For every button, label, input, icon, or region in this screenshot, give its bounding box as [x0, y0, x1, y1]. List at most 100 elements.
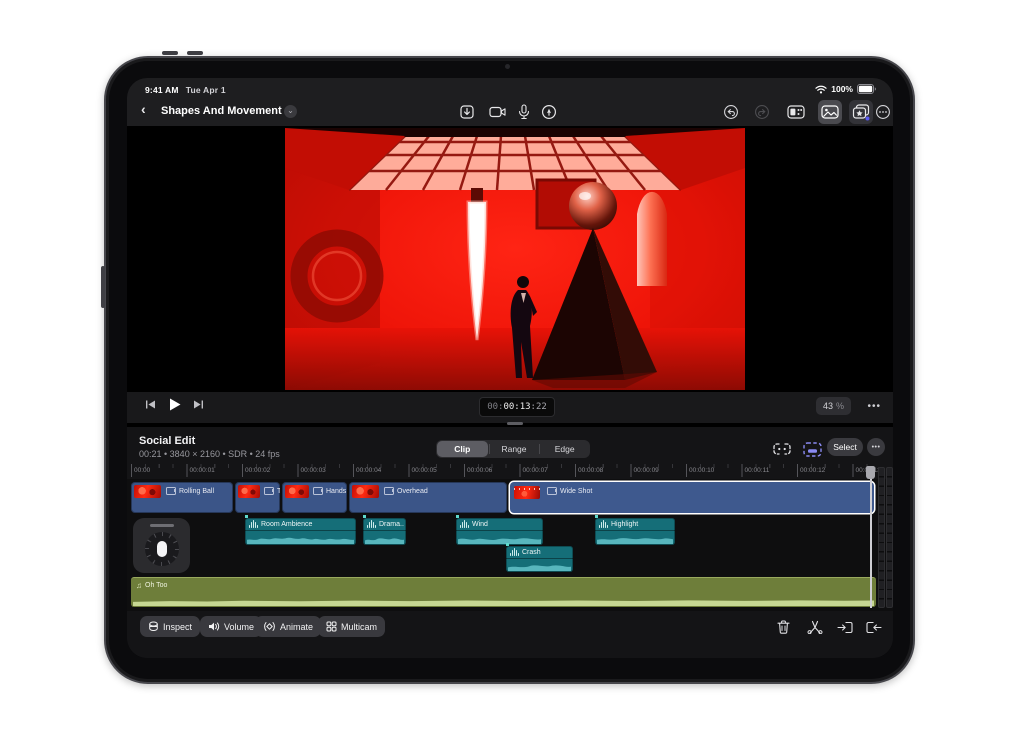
media-browser-button[interactable] [818, 100, 842, 124]
tool-label: Inspect [163, 622, 192, 632]
import-button[interactable] [455, 100, 479, 124]
jog-wheel[interactable] [133, 518, 190, 573]
title-chevron-icon[interactable]: ⌄ [284, 105, 297, 118]
waveform [247, 532, 354, 544]
more-button[interactable] [871, 100, 893, 124]
ruler-label: 00:00:01 [190, 467, 215, 474]
status-date: Tue Apr 1 [186, 85, 226, 95]
multicam-button[interactable]: Multicam [318, 616, 385, 637]
clip-rolling-ball[interactable]: Rolling Ball [131, 482, 233, 513]
volume-button[interactable]: Volume [200, 616, 262, 637]
redo-button[interactable] [750, 100, 774, 124]
clip-tilt-up[interactable]: Tilt Up [235, 482, 280, 513]
audio-wave-icon [249, 520, 258, 528]
player-more-button[interactable]: ••• [867, 401, 881, 412]
clip-label: Wind [472, 521, 488, 528]
connect-point [245, 515, 248, 518]
status-right: 100% [815, 84, 877, 94]
volume-down-button[interactable] [187, 51, 203, 55]
audio-wave-icon [367, 520, 376, 528]
tool-label: Volume [224, 622, 254, 632]
clip-label: Tilt Up [277, 488, 280, 495]
clip-thumbnail [352, 485, 379, 498]
tool-label: Multicam [341, 622, 377, 632]
video-frame[interactable] [285, 128, 745, 390]
volume-up-button[interactable] [162, 51, 178, 55]
audio-wave-icon [599, 520, 608, 528]
inspect-button[interactable]: Inspect [140, 616, 200, 637]
snapping-icon [772, 442, 792, 456]
timeline-ruler[interactable]: 00:00 00:00:01 00:00:02 00:00:03 00:00:0… [131, 463, 876, 479]
timecode-main: 00:13 [503, 402, 530, 412]
animate-button[interactable]: Animate [255, 616, 321, 637]
panel-resize-handle[interactable] [507, 422, 523, 425]
timeline-project-meta: 00:21 • 3840 × 2160 • SDR • 24 fps [139, 449, 280, 459]
clip-label: Wide Shot [560, 488, 592, 495]
overwrite-button[interactable] [865, 618, 883, 636]
ruler-label: 00:00:11 [745, 467, 770, 474]
clip-oh-too[interactable]: ♫Oh Too [131, 577, 876, 607]
clip-highlight[interactable]: Highlight [595, 518, 675, 545]
clip-wind[interactable]: Wind [456, 518, 543, 545]
select-tool-button[interactable] [801, 439, 823, 459]
waveform [458, 532, 541, 544]
viewer-zoom-control[interactable]: 43 % [816, 397, 851, 415]
clip-hands[interactable]: Hands [282, 482, 347, 513]
front-camera [505, 64, 510, 69]
timeline-project-title: Social Edit [139, 435, 195, 447]
clip-drama[interactable]: Drama.. [363, 518, 406, 545]
clip-crash[interactable]: Crash [506, 546, 573, 572]
media-photo-icon [821, 105, 839, 119]
clip-wide-shot[interactable]: Wide Shot [510, 482, 874, 513]
skip-back-button[interactable] [145, 399, 156, 410]
clip-room-ambience[interactable]: Room Ambience [245, 518, 356, 545]
skip-forward-button[interactable] [193, 399, 204, 410]
clip-overhead[interactable]: Overhead [349, 482, 507, 513]
top-button[interactable] [101, 266, 105, 308]
connect-point [456, 515, 459, 518]
camera-icon [489, 105, 507, 119]
insert-button[interactable] [836, 618, 854, 636]
bottom-toolbar: Inspect Volume Animate Multicam [127, 616, 893, 658]
mode-edge[interactable]: Edge [539, 440, 590, 458]
snapping-button[interactable] [771, 439, 793, 459]
clip-thumbnail [514, 486, 540, 499]
audio-wave-icon [460, 520, 469, 528]
jog-handle[interactable] [150, 524, 174, 527]
record-voiceover-button[interactable] [512, 100, 536, 124]
project-title[interactable]: Shapes And Movement [161, 105, 282, 117]
delete-button[interactable] [774, 618, 792, 636]
content-library-button[interactable] [849, 100, 873, 124]
back-button[interactable]: ‹ [141, 101, 146, 117]
timecode-display[interactable]: 00:00:13:22 [479, 397, 555, 417]
inspector-button[interactable] [784, 100, 808, 124]
select-button[interactable]: Select [827, 438, 863, 456]
keyframe-icon [263, 621, 276, 632]
record-video-button[interactable] [486, 100, 510, 124]
jog-knob[interactable] [157, 541, 167, 557]
clip-label: Highlight [611, 521, 638, 528]
page: 9:41 AMTue Apr 1 100% ‹ Shapes And Movem… [0, 0, 1024, 734]
audio-meter-left [878, 467, 885, 608]
zoom-value: 43 [823, 401, 833, 411]
play-button[interactable] [168, 398, 181, 411]
blade-button[interactable] [806, 618, 824, 636]
ruler-label: 00:00:07 [523, 467, 548, 474]
clip-thumbnail [134, 485, 161, 498]
nav-bar: ‹ Shapes And Movement ⌄ [127, 98, 893, 126]
mode-range[interactable]: Range [489, 440, 540, 458]
live-drawing-button[interactable] [537, 100, 561, 124]
undo-button[interactable] [719, 100, 743, 124]
import-icon [459, 104, 475, 120]
clip-label: Hands [326, 488, 346, 495]
player-bar: 00:00:13:22 43 % ••• [127, 391, 893, 423]
ruler-label: 00:00:02 [245, 467, 270, 474]
pencil-circle-icon [541, 104, 557, 120]
mode-clip[interactable]: Clip [437, 441, 488, 457]
waveform [508, 559, 571, 571]
speaker-icon [208, 621, 220, 632]
clip-label: Rolling Ball [179, 488, 214, 495]
playhead[interactable] [866, 466, 875, 479]
clip-label: Oh Too [145, 582, 167, 589]
timeline-more-button[interactable]: ••• [867, 438, 885, 456]
